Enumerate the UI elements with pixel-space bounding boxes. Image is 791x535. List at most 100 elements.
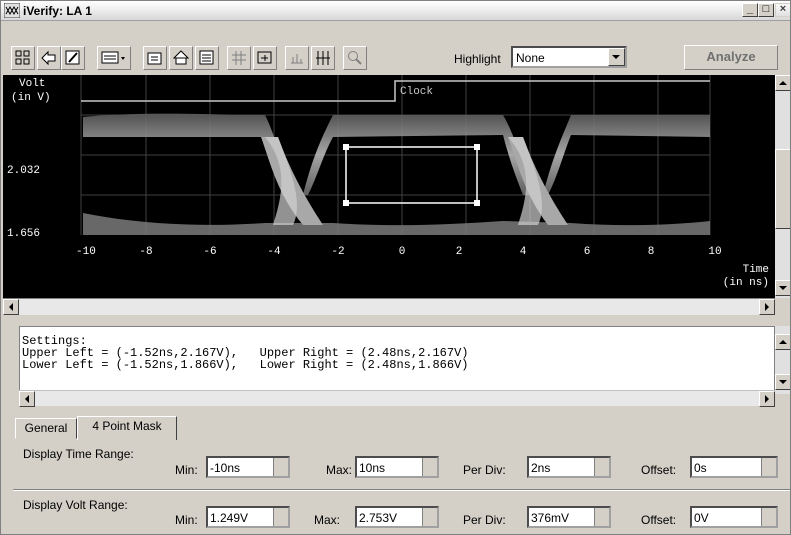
zoom-icon	[348, 51, 362, 65]
time-perdiv-input[interactable]: 2ns	[527, 456, 611, 478]
x-tick-label: 0	[399, 246, 406, 258]
x-tick-label: 4	[520, 246, 527, 258]
toolbar-grid-button[interactable]	[227, 46, 251, 70]
close-icon: ×	[779, 3, 787, 15]
scroll-up-arrow-icon[interactable]	[775, 334, 790, 350]
volt-offset-input[interactable]: 0V	[690, 506, 778, 528]
x-tick-label: 8	[648, 246, 655, 258]
volt-perdiv-input[interactable]: 376mV	[527, 506, 611, 528]
x-tick-label: -2	[331, 246, 344, 258]
volt-offset-label: Offset:	[641, 513, 677, 527]
clock-trace	[81, 80, 710, 102]
time-max-label: Max:	[326, 463, 353, 477]
scroll-down-arrow-icon[interactable]	[775, 280, 790, 296]
y-axis-label: Volt	[19, 78, 45, 90]
maximize-icon: □	[762, 3, 770, 15]
toolbar-back-button[interactable]	[37, 46, 61, 70]
x-tick-label: -6	[203, 246, 216, 258]
time-min-input[interactable]: -10ns	[206, 456, 290, 478]
highlight-label: Highlight	[454, 52, 501, 66]
toolbar-edit-button[interactable]	[61, 46, 85, 70]
cursor-icon	[316, 51, 330, 65]
svg-text:(in ns): (in ns)	[723, 277, 769, 289]
spin-arrow-icon[interactable]	[422, 508, 437, 526]
analyze-button[interactable]: Analyze	[684, 45, 778, 70]
toolbar-home-button[interactable]	[169, 46, 193, 70]
view-menu-icon	[101, 51, 125, 64]
spin-arrow-icon[interactable]	[422, 458, 437, 476]
eye-diagram-plot[interactable]: Volt (in V) 2.032 1.656 Clock -10 -8 -6 …	[3, 75, 775, 298]
time-perdiv-label: Per Div:	[463, 463, 506, 477]
clock-label: Clock	[400, 86, 433, 98]
home-icon	[173, 50, 189, 65]
measure-icon	[291, 54, 303, 64]
scroll-thumb[interactable]	[775, 149, 790, 229]
settings-vertical-scrollbar[interactable]	[775, 326, 790, 394]
divider	[13, 489, 790, 491]
plot-horizontal-scrollbar[interactable]	[3, 298, 775, 315]
marker-icon	[257, 51, 272, 64]
toolbar-properties-button[interactable]	[143, 46, 167, 70]
scroll-left-arrow-icon[interactable]	[3, 299, 19, 315]
scroll-left-arrow-icon[interactable]	[19, 391, 35, 407]
close-button[interactable]: ×	[775, 3, 790, 17]
toolbar-zoom-button[interactable]	[343, 46, 367, 70]
spin-arrow-icon[interactable]	[761, 508, 776, 526]
highlight-select[interactable]: None	[511, 46, 627, 68]
dropdown-arrow-icon[interactable]	[608, 48, 625, 66]
volt-max-input[interactable]: 2.753V	[355, 506, 439, 528]
scroll-down-arrow-icon[interactable]	[775, 374, 790, 390]
x-tick-label: 6	[584, 246, 591, 258]
tab-4-point-mask[interactable]: 4 Point Mask	[77, 416, 177, 440]
time-max-input[interactable]: 10ns	[355, 456, 439, 478]
plot-vertical-scrollbar[interactable]	[775, 75, 790, 298]
grid-icon	[15, 50, 30, 65]
highlight-value: None	[516, 51, 545, 65]
toolbar-settings-button[interactable]	[11, 46, 35, 70]
minimize-icon: _	[746, 3, 754, 15]
time-offset-label: Offset:	[641, 463, 677, 477]
settings-horizontal-scrollbar[interactable]	[19, 390, 775, 407]
title-bar: iVerify: LA 1 _ □ ×	[1, 1, 790, 21]
volt-min-label: Min:	[175, 513, 198, 527]
x-tick-label: -10	[76, 246, 96, 258]
settings-text-area[interactable]: Settings: Upper Left = (-1.52ns,2.167V),…	[19, 326, 775, 394]
minimize-button[interactable]: _	[742, 3, 758, 17]
spin-arrow-icon[interactable]	[273, 508, 288, 526]
time-range-label: Display Time Range:	[23, 447, 134, 461]
toolbar-marker-button[interactable]	[253, 46, 277, 70]
scroll-right-arrow-icon[interactable]	[759, 299, 775, 315]
toolbar-cursor-button[interactable]	[311, 46, 335, 70]
scroll-up-arrow-icon[interactable]	[775, 75, 790, 91]
toolbar-measure-button[interactable]	[285, 46, 309, 70]
properties-icon	[147, 52, 162, 65]
svg-text:(in V): (in V)	[11, 92, 51, 104]
back-arrow-icon	[41, 50, 56, 66]
volt-min-input[interactable]: 1.249V	[206, 506, 290, 528]
grid-lines-icon	[232, 51, 246, 65]
volt-max-label: Max:	[314, 513, 341, 527]
eye-lower-band	[83, 213, 710, 235]
maximize-button[interactable]: □	[758, 3, 774, 17]
scroll-right-arrow-icon[interactable]	[759, 391, 775, 407]
tab-general[interactable]: General	[15, 418, 77, 439]
x-tick-label: 2	[456, 246, 463, 258]
settings-text: Settings: Upper Left = (-1.52ns,2.167V),…	[22, 334, 469, 372]
x-tick-label: -4	[267, 246, 281, 258]
spin-arrow-icon[interactable]	[594, 458, 609, 476]
time-min-label: Min:	[175, 463, 198, 477]
window-title: iVerify: LA 1	[23, 4, 92, 18]
volt-perdiv-label: Per Div:	[463, 513, 506, 527]
toolbar-list-button[interactable]	[195, 46, 219, 70]
time-offset-input[interactable]: 0s	[690, 456, 778, 478]
x-tick-label: 10	[708, 246, 721, 258]
spin-arrow-icon[interactable]	[594, 508, 609, 526]
y-tick-label: 2.032	[7, 165, 40, 177]
eye-upper-band	[83, 113, 710, 195]
volt-range-label: Display Volt Range:	[23, 498, 128, 512]
x-tick-label: -8	[139, 246, 152, 258]
spin-arrow-icon[interactable]	[761, 458, 776, 476]
four-point-mask[interactable]	[343, 144, 480, 206]
toolbar-view-button[interactable]	[97, 46, 131, 70]
spin-arrow-icon[interactable]	[273, 458, 288, 476]
